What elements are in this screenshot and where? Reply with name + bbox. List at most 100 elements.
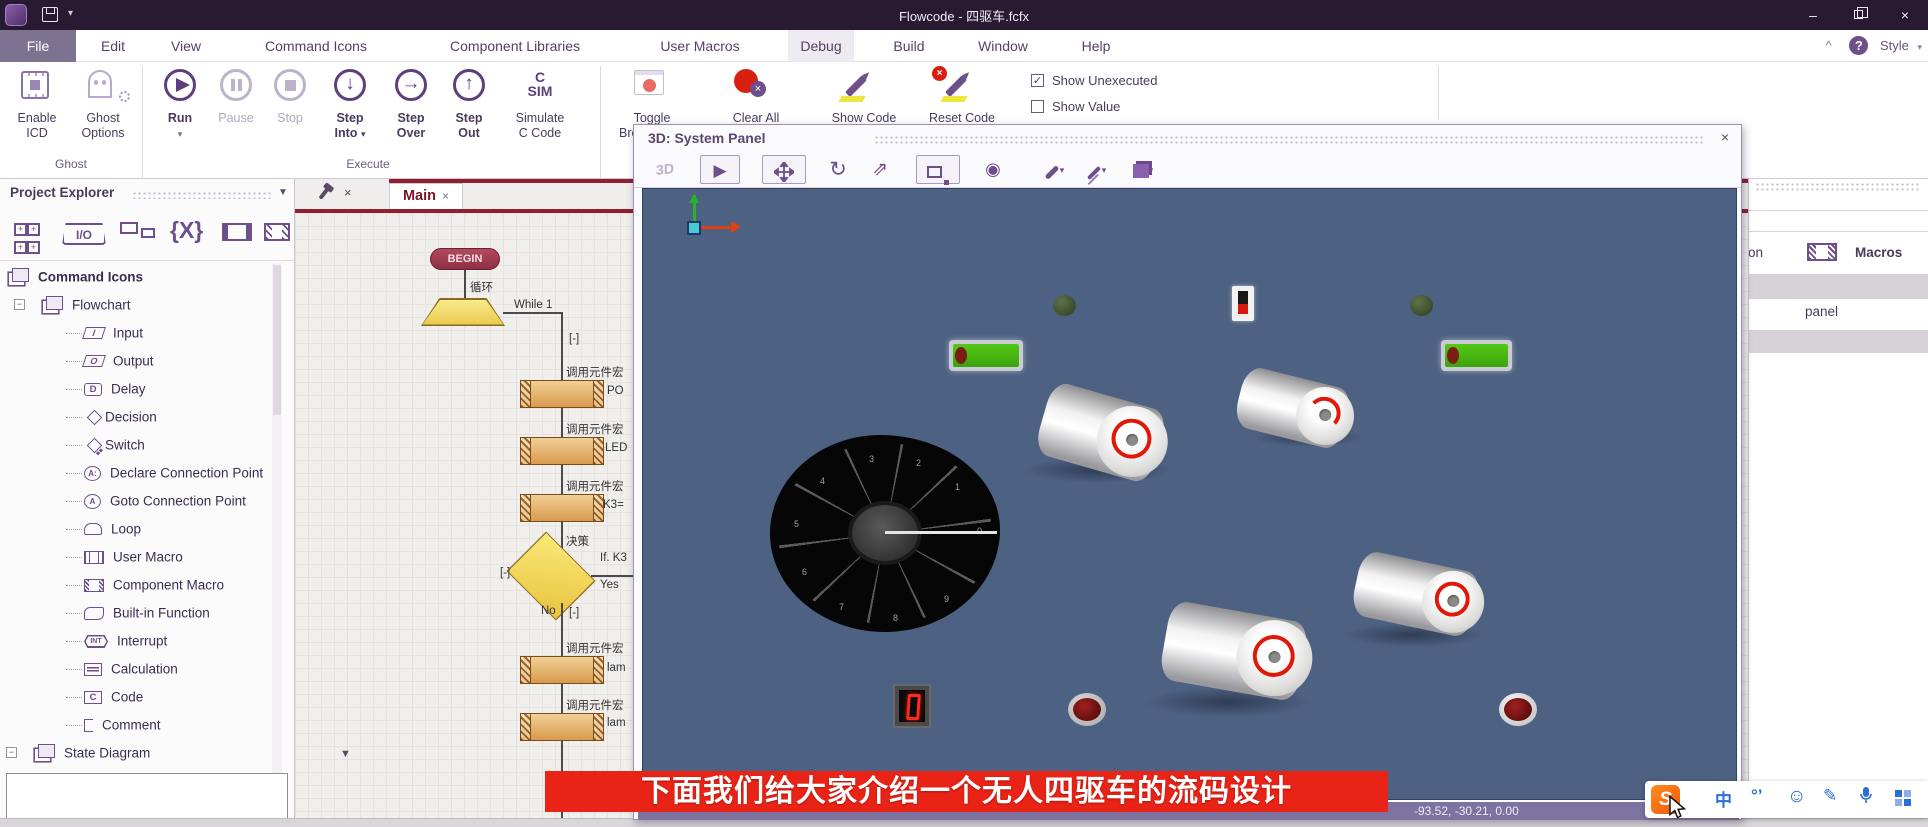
tree-item-flowchart[interactable]: −Flowchart (0, 291, 282, 319)
collapse-box-icon[interactable]: − (14, 299, 25, 310)
menu-user-macros[interactable]: User Macros (635, 30, 765, 62)
component-macro-toolbar-icon[interactable] (264, 223, 290, 246)
orbit-tool-button[interactable]: ↻ (820, 155, 856, 184)
tree-item-declare-connection-point[interactable]: A:Declare Connection Point (0, 459, 282, 487)
tree-item-decision[interactable]: Decision (0, 403, 282, 431)
flowchart-begin-node[interactable]: BEGIN (430, 248, 500, 270)
panel-close-icon[interactable]: × (344, 185, 352, 200)
tree-item-output[interactable]: OOutput (0, 347, 282, 375)
menu-help[interactable]: Help (1068, 30, 1124, 62)
panel-drag-handle[interactable] (1755, 182, 1921, 191)
tree-item-loop[interactable]: Loop (0, 515, 282, 543)
table-cell-panel[interactable]: panel (1805, 304, 1838, 319)
flowchart-call-node[interactable] (520, 437, 604, 465)
motor-object[interactable] (1158, 599, 1310, 702)
enable-icd-button[interactable]: EnableICD (8, 64, 66, 141)
step-into-button[interactable]: ↓ StepInto ▾ (322, 64, 378, 142)
menu-edit[interactable]: Edit (90, 30, 136, 62)
tree-item-interrupt[interactable]: INTInterrupt (0, 627, 282, 655)
red-led-object[interactable] (1068, 693, 1106, 726)
menu-build[interactable]: Build (878, 30, 940, 62)
ime-handwriting-button[interactable]: ✎ (1823, 786, 1837, 806)
tools-wrench-button[interactable]: ▾ (1032, 155, 1076, 184)
paint-brush-button[interactable]: ▾ (1074, 155, 1118, 184)
tree-item-switch[interactable]: Switch (0, 431, 282, 459)
flowchart-call-node[interactable] (520, 713, 604, 741)
menu-component-libraries[interactable]: Component Libraries (425, 30, 605, 62)
style-menu[interactable]: Style (1880, 38, 1909, 53)
collapse-box-icon[interactable]: − (6, 747, 17, 758)
ribbon-collapse-icon[interactable]: ^ (1826, 38, 1832, 53)
ime-chinese-mode-button[interactable]: 中 (1715, 786, 1732, 811)
simulate-c-code-button[interactable]: CSIM SimulateC Code (500, 64, 580, 141)
tree-scrollbar[interactable] (272, 263, 282, 803)
variables-icon[interactable]: {X} (170, 217, 203, 244)
tree-item-component-macro[interactable]: Component Macro (0, 571, 282, 599)
step-out-button[interactable]: ↑ StepOut (444, 64, 494, 141)
menu-file[interactable]: File (0, 30, 76, 62)
style-caret-icon[interactable]: ▾ (1917, 42, 1922, 52)
tree-item-delay[interactable]: DDelay (0, 375, 282, 403)
io-icon[interactable]: I/O (62, 223, 106, 245)
region-tool-button[interactable] (916, 155, 960, 184)
collapse-mark[interactable]: [-] (569, 607, 579, 619)
ghost-options-button[interactable]: GhostOptions (72, 64, 134, 141)
checkbox-show-unexecuted[interactable]: ✓ (1031, 74, 1044, 87)
tree-item-goto-connection-point[interactable]: AGoto Connection Point (0, 487, 282, 515)
scrollbar-thumb[interactable] (273, 265, 281, 415)
pan-tool-button[interactable] (762, 155, 806, 184)
red-led-object[interactable] (1499, 693, 1537, 726)
help-icon[interactable]: ? (1849, 36, 1868, 55)
menu-window[interactable]: Window (965, 30, 1041, 62)
macro-icon[interactable] (222, 223, 252, 246)
reset-code-button[interactable]: × Reset Code (922, 64, 1002, 126)
visibility-eye-button[interactable]: ◉ (974, 155, 1012, 184)
close-button[interactable]: × (1882, 0, 1928, 30)
motor-object[interactable] (1232, 365, 1354, 452)
3d-viewport[interactable]: 0 1 2 3 4 5 6 7 8 9 (642, 188, 1737, 800)
seven-segment-display[interactable] (893, 684, 931, 728)
rotary-dial-object[interactable]: 0 1 2 3 4 5 6 7 8 9 (770, 435, 1000, 632)
tree-item-state-diagram[interactable]: −State Diagram (0, 739, 282, 767)
tree-item-comment[interactable]: Comment (0, 711, 282, 739)
tree-item-user-macro[interactable]: User Macro (0, 543, 282, 571)
flowchart-loop-node[interactable] (421, 298, 505, 326)
menu-command-icons[interactable]: Command Icons (240, 30, 392, 62)
panel-drag-handle[interactable] (874, 135, 1704, 144)
pause-button[interactable]: Pause (210, 64, 262, 126)
ime-punctuation-button[interactable]: °’ (1751, 786, 1763, 806)
3d-panel-close-icon[interactable]: × (1721, 129, 1729, 145)
grid-plus-icon[interactable]: ++ ++ (14, 219, 40, 255)
green-led-bar[interactable] (1441, 340, 1512, 371)
tree-item-built-in-function[interactable]: Built-in Function (0, 599, 282, 627)
tree-item-calculation[interactable]: Calculation (0, 655, 282, 683)
windows-icon[interactable] (120, 221, 152, 239)
run-button[interactable]: Run▾ (156, 64, 204, 142)
flowchart-call-node[interactable] (520, 380, 604, 408)
ime-keyboard-layout-button[interactable] (1895, 790, 1913, 808)
tree-item-command-icons[interactable]: Command Icons (0, 263, 282, 291)
flowchart-call-node[interactable] (520, 656, 604, 684)
green-led-bar[interactable] (949, 340, 1023, 371)
menu-view[interactable]: View (160, 30, 212, 62)
table-row[interactable] (1749, 274, 1928, 299)
ime-voice-button[interactable] (1859, 786, 1873, 811)
collapse-mark[interactable]: [-] (500, 567, 510, 579)
select-cursor-button[interactable]: ▶ (700, 155, 740, 184)
green-sphere-object[interactable] (1053, 295, 1076, 316)
tab-close-icon[interactable]: × (442, 189, 449, 203)
tree-item-code[interactable]: CCode (0, 683, 282, 711)
checkbox-show-value[interactable] (1031, 100, 1044, 113)
panel-menu-caret-icon[interactable]: ▼ (278, 187, 288, 198)
tab-main[interactable]: Main× (389, 183, 463, 209)
collapse-mark[interactable]: [-] (569, 333, 579, 345)
switch-object[interactable] (1232, 286, 1254, 321)
menu-debug[interactable]: Debug (788, 30, 854, 62)
flowchart-call-node[interactable] (520, 494, 604, 522)
scroll-down-icon[interactable]: ▼ (340, 748, 351, 760)
minimize-button[interactable]: – (1790, 0, 1836, 30)
green-sphere-object[interactable] (1410, 295, 1433, 316)
ime-emoji-button[interactable]: ☺ (1787, 786, 1806, 808)
step-over-button[interactable]: → StepOver (384, 64, 438, 141)
panel-drag-handle[interactable] (132, 191, 272, 199)
